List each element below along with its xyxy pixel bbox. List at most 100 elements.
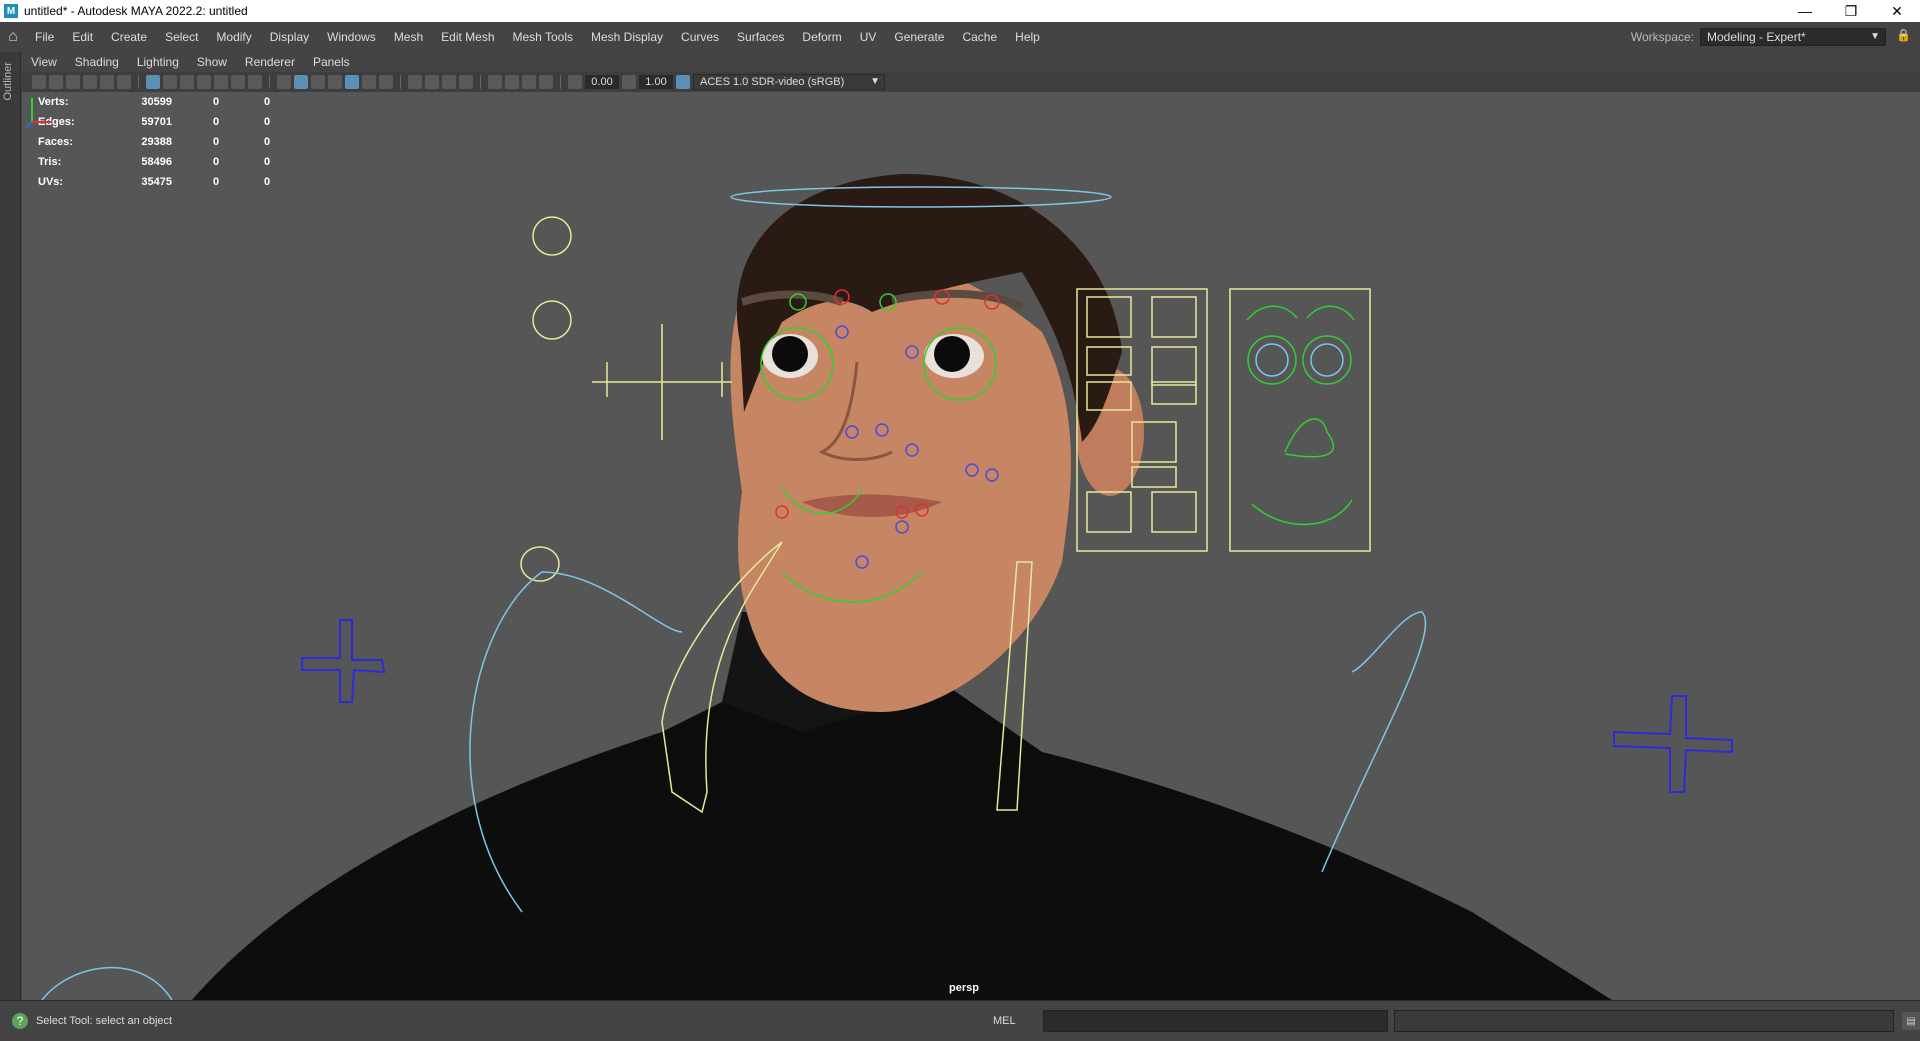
toolbar-divider — [400, 75, 401, 89]
ambient-occlusion-icon[interactable] — [408, 75, 422, 89]
isolate-select-icon[interactable] — [488, 75, 502, 89]
persp-viewport[interactable]: Verts: 30599 0 0 Edges: 59701 0 0 Faces:… — [22, 92, 1920, 1000]
face-gui-panel-right — [1229, 288, 1371, 552]
title-bar: M untitled* - Autodesk MAYA 2022.2: unti… — [0, 0, 1920, 22]
face-gui-eyes — [1255, 343, 1344, 377]
menu-windows[interactable]: Windows — [318, 22, 385, 52]
panel-menu-shading[interactable]: Shading — [66, 55, 128, 69]
motion-blur-icon[interactable] — [425, 75, 439, 89]
menu-help[interactable]: Help — [1006, 22, 1049, 52]
film-gate-icon[interactable] — [163, 75, 177, 89]
mel-label[interactable]: MEL — [963, 1015, 1043, 1027]
field-chart-icon[interactable] — [214, 75, 228, 89]
hud-row-tris: Tris: 58496 0 0 — [38, 152, 298, 172]
xray-joints-icon[interactable] — [522, 75, 536, 89]
outliner-tab[interactable]: Outliner — [2, 62, 14, 101]
menu-display[interactable]: Display — [261, 22, 318, 52]
select-camera-icon[interactable] — [32, 75, 46, 89]
help-icon[interactable]: ? — [12, 1013, 28, 1029]
hud-value: 29388 — [141, 136, 172, 148]
menu-mesh-tools[interactable]: Mesh Tools — [504, 22, 582, 52]
workspace-value: Modeling - Expert* — [1707, 30, 1806, 44]
blue-cross-left — [301, 619, 386, 703]
gate-mask-icon[interactable] — [197, 75, 211, 89]
hud-row-uvs: UVs: 35475 0 0 — [38, 172, 298, 192]
panel-menu-lighting[interactable]: Lighting — [128, 55, 188, 69]
blue-cross-right — [1613, 695, 1733, 793]
command-line-input[interactable] — [1042, 1010, 1388, 1032]
command-result-field — [1393, 1010, 1895, 1032]
wireframe-on-shaded-icon[interactable] — [328, 75, 342, 89]
character-left-pupil — [772, 336, 808, 372]
menu-file[interactable]: File — [26, 22, 63, 52]
color-management-icon[interactable] — [676, 75, 690, 89]
menu-surfaces[interactable]: Surfaces — [728, 22, 793, 52]
grease-pencil-icon[interactable] — [117, 75, 131, 89]
toolbar-divider — [480, 75, 481, 89]
character-right-pupil — [934, 336, 970, 372]
chevron-down-icon: ▼ — [870, 76, 880, 87]
close-button[interactable]: ✕ — [1874, 0, 1920, 22]
menu-edit-mesh[interactable]: Edit Mesh — [432, 22, 503, 52]
anti-aliasing-icon[interactable] — [442, 75, 456, 89]
menu-select[interactable]: Select — [156, 22, 207, 52]
hud-label: UVs: — [38, 176, 64, 188]
safe-action-icon[interactable] — [231, 75, 245, 89]
exposure-icon[interactable] — [568, 75, 582, 89]
toolbar-divider — [269, 75, 270, 89]
script-editor-icon[interactable]: ▤ — [1902, 1012, 1920, 1030]
camera-attributes-icon[interactable] — [49, 75, 63, 89]
menu-cache[interactable]: Cache — [953, 22, 1006, 52]
hud-value: 0 — [263, 116, 271, 128]
smooth-shade-icon[interactable] — [294, 75, 308, 89]
panel-menu-renderer[interactable]: Renderer — [236, 55, 304, 69]
bookmark-icon[interactable] — [66, 75, 80, 89]
hud-row-edges: Edges: 59701 0 0 — [38, 112, 298, 132]
workspace-dropdown[interactable]: Modeling - Expert* ▼ — [1700, 28, 1886, 46]
menu-deform[interactable]: Deform — [793, 22, 850, 52]
menu-mesh-display[interactable]: Mesh Display — [582, 22, 672, 52]
lock-icon[interactable]: 🔒 — [1896, 28, 1912, 44]
chevron-down-icon: ▼ — [1870, 31, 1880, 42]
menu-mesh[interactable]: Mesh — [385, 22, 432, 52]
home-icon[interactable]: ⌂ — [0, 24, 26, 50]
2d-pan-zoom-icon[interactable] — [100, 75, 114, 89]
use-all-lights-icon[interactable] — [362, 75, 376, 89]
gamma-icon[interactable] — [622, 75, 636, 89]
hud-value: 59701 — [141, 116, 172, 128]
image-plane-icon[interactable] — [83, 75, 97, 89]
menu-curves[interactable]: Curves — [672, 22, 728, 52]
menu-edit[interactable]: Edit — [63, 22, 102, 52]
xray-components-icon[interactable] — [539, 75, 553, 89]
panel-menu-show[interactable]: Show — [188, 55, 236, 69]
hud-value: 0 — [212, 116, 220, 128]
workspace-label: Workspace: — [1630, 30, 1694, 44]
hud-value: 0 — [212, 96, 220, 108]
outliner-strip[interactable]: Outliner — [0, 52, 21, 1000]
wireframe-icon[interactable] — [277, 75, 291, 89]
menu-uv[interactable]: UV — [851, 22, 886, 52]
maximize-button[interactable]: ❐ — [1828, 0, 1874, 22]
menu-modify[interactable]: Modify — [207, 22, 260, 52]
view-transform-dropdown[interactable]: ACES 1.0 SDR-video (sRGB) ▼ — [693, 74, 885, 90]
shadows-icon[interactable] — [379, 75, 393, 89]
hud-value: 0 — [212, 176, 220, 188]
hud-value: 58496 — [141, 156, 172, 168]
grid-icon[interactable] — [146, 75, 160, 89]
menu-generate[interactable]: Generate — [885, 22, 953, 52]
safe-title-icon[interactable] — [248, 75, 262, 89]
panel-menu-view[interactable]: View — [22, 55, 66, 69]
minimize-button[interactable]: — — [1782, 0, 1828, 22]
menu-create[interactable]: Create — [102, 22, 156, 52]
resolution-gate-icon[interactable] — [180, 75, 194, 89]
exposure-field[interactable]: 0.00 — [585, 75, 619, 89]
default-material-icon[interactable] — [311, 75, 325, 89]
depth-of-field-icon[interactable] — [459, 75, 473, 89]
textured-icon[interactable] — [345, 75, 359, 89]
xray-icon[interactable] — [505, 75, 519, 89]
hud-value: 35475 — [141, 176, 172, 188]
hud-row-faces: Faces: 29388 0 0 — [38, 132, 298, 152]
gamma-field[interactable]: 1.00 — [639, 75, 673, 89]
panel-menu-panels[interactable]: Panels — [304, 55, 359, 69]
view-axis-icon — [25, 98, 52, 129]
